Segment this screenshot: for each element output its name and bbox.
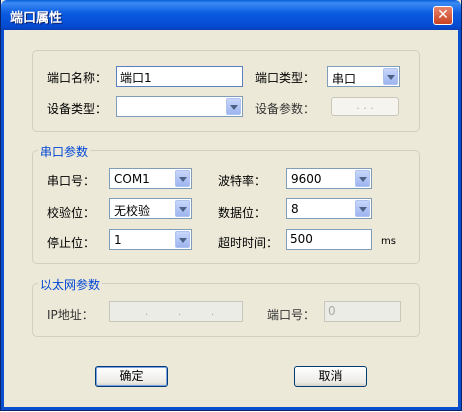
databits-value: 8 [291,202,299,216]
device-type-select[interactable] [116,96,243,117]
timeout-label: 超时时间： [218,236,279,250]
general-group [32,50,420,132]
chevron-down-icon[interactable] [175,231,190,248]
timeout-input[interactable]: 500 [286,229,372,250]
window-frame-bottom [1,407,461,410]
eth-port-value: 0 [328,304,336,318]
ip-label: IP地址： [47,308,94,322]
com-select[interactable]: COM1 [109,168,192,189]
cancel-button[interactable]: 取消 [294,366,367,387]
baud-select[interactable]: 9600 [286,168,372,189]
port-type-select[interactable]: 串口 [327,66,400,87]
baud-label: 波特率： [218,174,267,188]
stopbits-select[interactable]: 1 [109,229,192,250]
window-title: 端口属性 [10,11,63,26]
device-type-label: 设备类型： [47,102,108,116]
timeout-unit: ms [381,236,396,247]
ip-dot-separator: . [145,307,149,318]
ip-dot-separator: . [211,307,215,318]
chevron-down-icon[interactable] [355,200,370,217]
ip-address-input[interactable]: . . . [109,301,243,322]
databits-label: 数据位： [218,206,267,220]
com-label: 串口号： [47,174,96,188]
device-param-label: 设备参数： [255,102,316,116]
close-button[interactable]: ✕ [433,6,453,25]
chevron-down-icon[interactable] [175,170,190,187]
baud-value: 9600 [291,172,322,186]
eth-port-input[interactable]: 0 [324,301,401,322]
eth-port-label: 端口号： [267,308,316,322]
stopbits-label: 停止位： [47,236,96,250]
chevron-down-icon[interactable] [355,170,370,187]
stopbits-value: 1 [114,233,122,247]
close-icon: ✕ [437,7,449,23]
ip-dot-separator: . [178,307,182,318]
parity-select[interactable]: 无校验 [109,198,192,219]
device-param-button[interactable]: . . . [331,97,399,116]
title-bar[interactable]: 端口属性 ✕ [1,0,461,30]
port-name-label: 端口名称： [47,71,108,85]
parity-value: 无校验 [114,204,151,218]
dialog-window: 端口属性 ✕ 端口名称： 端口1 端口类型： 串口 设备类型： 设备参数： . … [0,0,462,411]
ethernet-group-title: 以太网参数 [38,276,103,293]
port-type-label: 端口类型： [255,71,316,85]
port-name-value: 端口1 [120,71,152,85]
com-value: COM1 [114,172,150,186]
chevron-down-icon[interactable] [175,200,190,217]
ok-button[interactable]: 确定 [95,366,168,387]
parity-label: 校验位： [47,206,96,220]
serial-group-title: 串口参数 [38,143,91,160]
window-frame-left [1,30,4,410]
timeout-value: 500 [290,232,313,246]
databits-select[interactable]: 8 [286,198,372,219]
chevron-down-icon[interactable] [383,68,398,85]
chevron-down-icon[interactable] [226,98,241,115]
port-name-input[interactable]: 端口1 [116,66,243,87]
window-frame-right [458,30,461,410]
port-type-value: 串口 [332,72,357,86]
